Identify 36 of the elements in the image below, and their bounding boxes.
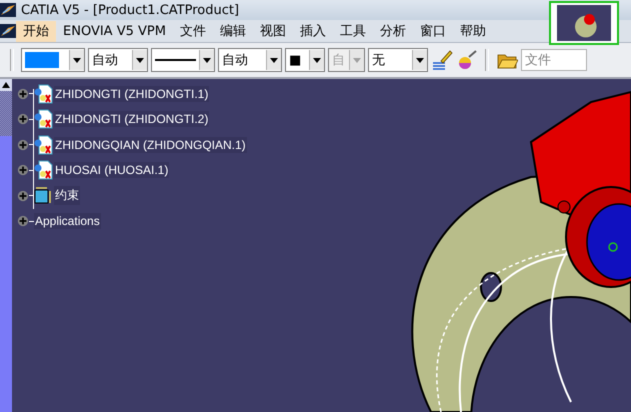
app-logo-icon bbox=[0, 24, 16, 38]
menu-item[interactable]: 窗口 bbox=[412, 20, 453, 42]
dropdown[interactable] bbox=[151, 48, 215, 72]
expand-icon[interactable] bbox=[17, 113, 29, 126]
menu-item[interactable]: 插入 bbox=[292, 20, 333, 42]
sphere-wand-icon[interactable] bbox=[456, 49, 478, 71]
expand-icon[interactable] bbox=[17, 190, 29, 202]
scroll-bar[interactable] bbox=[0, 79, 12, 412]
menu-item[interactable]: 工具 bbox=[332, 20, 373, 42]
menu-item[interactable]: 分析 bbox=[372, 20, 413, 42]
file-field[interactable]: 文件 bbox=[521, 49, 587, 71]
app-logo-icon bbox=[0, 3, 16, 17]
dropdown[interactable]: ■ bbox=[285, 48, 325, 72]
tree-item[interactable]: HUOSAI (HUOSAI.1) bbox=[54, 162, 170, 178]
expand-icon[interactable] bbox=[17, 164, 29, 176]
dropdown[interactable]: 自动 bbox=[218, 48, 282, 72]
tree-item[interactable]: 约束 bbox=[54, 186, 80, 206]
paintbrush-icon[interactable] bbox=[431, 49, 453, 71]
dropdown[interactable]: 自动 bbox=[88, 48, 148, 72]
tree-item[interactable]: ZHIDONGQIAN (ZHIDONGQIAN.1) bbox=[54, 136, 247, 153]
expand-icon[interactable] bbox=[17, 215, 29, 228]
menu-item[interactable]: 帮助 bbox=[452, 20, 493, 42]
dropdown[interactable]: 无 bbox=[368, 48, 428, 72]
tree-item[interactable]: Applications bbox=[34, 213, 101, 230]
menu-item[interactable]: 文件 bbox=[172, 20, 213, 42]
menu-item[interactable]: 视图 bbox=[252, 20, 293, 42]
window-title: CATIA V5 - [Product1.CATProduct] bbox=[21, 2, 240, 18]
constraints-icon bbox=[34, 186, 54, 206]
menu-item[interactable]: 编辑 bbox=[212, 20, 253, 42]
tree-item[interactable]: ZHIDONGTI (ZHIDONGTI.2) bbox=[54, 111, 210, 128]
expand-icon[interactable] bbox=[17, 88, 29, 100]
menu-item[interactable]: 开始 bbox=[16, 20, 56, 42]
menu-item[interactable]: ENOVIA V5 VPM bbox=[56, 20, 173, 42]
tree-item[interactable]: ZHIDONGTI (ZHIDONGTI.1) bbox=[54, 86, 210, 102]
line-sample bbox=[155, 59, 196, 61]
expand-icon[interactable] bbox=[17, 138, 29, 151]
